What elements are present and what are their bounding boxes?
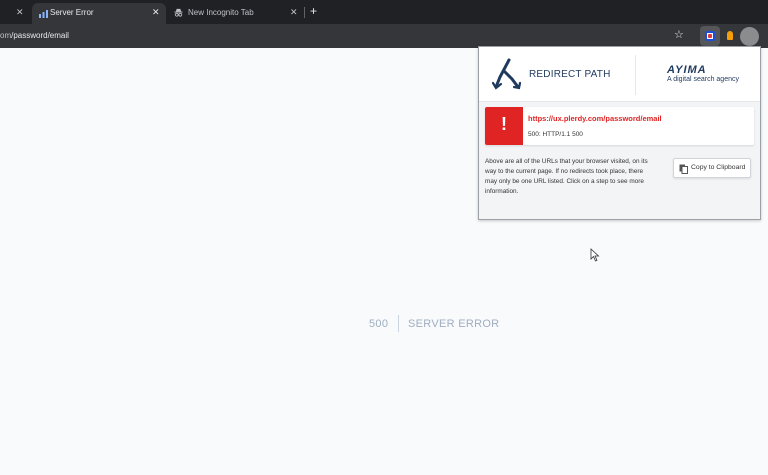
address-bar[interactable]: om/password/email bbox=[0, 31, 69, 40]
redirect-path-popup: REDIRECT PATH AYIMA A digital search age… bbox=[478, 46, 761, 220]
partner-logo[interactable]: AYIMA bbox=[667, 64, 707, 76]
tab-previous[interactable]: ✕ bbox=[0, 3, 30, 24]
error-icon: ! bbox=[485, 107, 523, 145]
clipboard-icon bbox=[679, 164, 688, 174]
tab-server-error[interactable]: Server Error ✕ bbox=[32, 3, 166, 24]
step-status: 500: HTTP/1.1 500 bbox=[528, 131, 583, 138]
popup-header: REDIRECT PATH AYIMA A digital search age… bbox=[479, 47, 760, 102]
copy-to-clipboard-button[interactable]: Copy to Clipboard bbox=[673, 158, 751, 178]
tab-separator bbox=[304, 7, 305, 18]
bars-favicon-icon bbox=[39, 10, 48, 18]
close-icon[interactable]: ✕ bbox=[16, 7, 24, 18]
tab-strip: ✕ Server Error ✕ New Incognito Tab ✕ + bbox=[0, 0, 768, 24]
step-url[interactable]: https://ux.plerdy.com/password/email bbox=[528, 114, 662, 123]
partner-tagline: A digital search agency bbox=[667, 76, 739, 83]
error-icon-glyph: ! bbox=[501, 114, 507, 134]
close-icon[interactable]: ✕ bbox=[290, 7, 298, 18]
browser-toolbar: om/password/email ☆ bbox=[0, 24, 768, 48]
mouse-cursor-icon bbox=[590, 248, 600, 262]
star-icon[interactable]: ☆ bbox=[674, 28, 684, 41]
help-text: Above are all of the URLs that your brow… bbox=[485, 158, 648, 195]
redirect-path-extension-icon[interactable] bbox=[700, 26, 720, 46]
profile-avatar[interactable] bbox=[740, 27, 759, 46]
incognito-icon bbox=[174, 8, 183, 17]
error-divider bbox=[398, 315, 399, 332]
tab-title: Server Error bbox=[50, 8, 94, 17]
brand-name: REDIRECT PATH bbox=[529, 69, 611, 80]
error-code: 500 bbox=[369, 318, 389, 330]
plus-icon[interactable]: + bbox=[310, 4, 317, 18]
url-host: om bbox=[0, 31, 12, 40]
redirect-step[interactable]: ! https://ux.plerdy.com/password/email 5… bbox=[485, 107, 754, 145]
redirect-path-extension-dot bbox=[708, 34, 712, 38]
tab-new-incognito[interactable]: New Incognito Tab ✕ bbox=[168, 3, 302, 24]
redirect-path-logo-icon bbox=[492, 58, 522, 90]
error-message: SERVER ERROR bbox=[408, 318, 500, 330]
tab-title: New Incognito Tab bbox=[188, 8, 254, 17]
header-divider bbox=[635, 55, 636, 95]
copy-button-label: Copy to Clipboard bbox=[691, 164, 746, 171]
close-icon[interactable]: ✕ bbox=[152, 7, 160, 18]
extension-icon[interactable] bbox=[727, 31, 733, 40]
url-path: /password/email bbox=[11, 31, 69, 40]
